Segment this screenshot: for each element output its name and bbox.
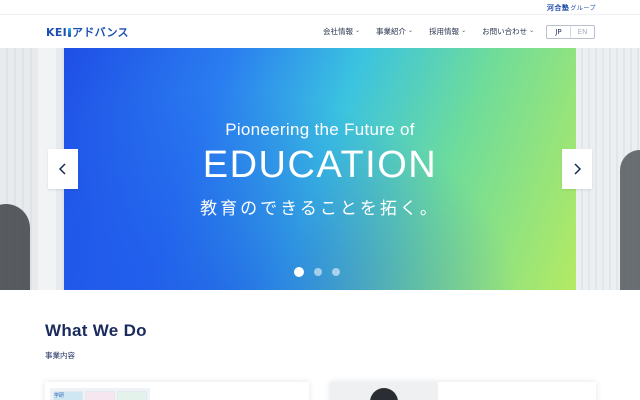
group-logo-text: 河合塾 xyxy=(546,4,570,12)
card-thumbnail xyxy=(330,382,438,400)
nav-label: お問い合わせ xyxy=(482,27,528,36)
nav-label: 会社情報 xyxy=(323,27,353,36)
lang-en-button[interactable]: EN xyxy=(571,26,594,38)
nav-item-recruit[interactable]: 採用情報 ⌄ xyxy=(429,26,466,37)
business-cards: 学研 xyxy=(0,378,640,400)
business-card[interactable]: 学研 xyxy=(45,382,309,400)
business-card[interactable] xyxy=(330,382,596,400)
hero-title: EDUCATION xyxy=(202,144,438,186)
nav-item-company[interactable]: 会社情報 ⌄ xyxy=(323,26,360,37)
thumb-label: 学研 xyxy=(53,391,83,400)
hero-tagline: 教育のできることを拓く。 xyxy=(200,199,440,219)
brand-logo-latin: KEI xyxy=(46,26,68,39)
nav-item-contact[interactable]: お問い合わせ ⌄ xyxy=(482,26,534,37)
site-header: KEI アドバンス 会社情報 ⌄ 事業紹介 ⌄ 採用情報 ⌄ お問い合わせ ⌄ JP EN xyxy=(0,14,640,48)
nav-item-business[interactable]: 事業紹介 ⌄ xyxy=(376,26,413,37)
nav-label: 事業紹介 xyxy=(376,27,407,36)
carousel-dot-2[interactable] xyxy=(314,268,322,276)
group-logo-suffix: グループ xyxy=(570,5,596,12)
brand-logo-kana: アドバンス xyxy=(72,26,129,39)
chevron-down-icon: ⌄ xyxy=(355,27,361,34)
carousel-dot-3[interactable] xyxy=(332,268,340,276)
nav-label: 採用情報 xyxy=(429,27,460,36)
lang-jp-button[interactable]: JP xyxy=(547,26,571,38)
section-subtitle: 事業内容 xyxy=(45,351,75,360)
carousel-dot-1[interactable] xyxy=(294,267,304,277)
carousel-prev-button[interactable] xyxy=(48,149,78,189)
chevron-down-icon: ⌄ xyxy=(408,27,414,34)
section-title: What We Do xyxy=(45,321,147,340)
chevron-right-icon xyxy=(574,163,582,175)
card-thumbnail: 学研 xyxy=(50,388,150,400)
hero-carousel: Pioneering the Future of EDUCATION 教育のでき… xyxy=(0,48,640,290)
main-nav: 会社情報 ⌄ 事業紹介 ⌄ 採用情報 ⌄ お問い合わせ ⌄ xyxy=(323,26,550,37)
group-strip: 河合塾グループ xyxy=(0,0,640,14)
chevron-left-icon xyxy=(58,163,66,175)
carousel-pagination xyxy=(294,267,340,277)
chevron-down-icon: ⌄ xyxy=(461,27,467,34)
carousel-next-button[interactable] xyxy=(562,149,592,189)
kawaijuku-group-logo[interactable]: 河合塾グループ xyxy=(547,3,596,13)
chevron-down-icon: ⌄ xyxy=(529,27,535,34)
hero-subtitle: Pioneering the Future of xyxy=(225,120,415,139)
hero-slide: Pioneering the Future of EDUCATION 教育のでき… xyxy=(64,48,576,290)
brand-logo[interactable]: KEI アドバンス xyxy=(46,24,129,40)
brand-mark-icon xyxy=(68,28,72,37)
language-switcher: JP EN xyxy=(546,25,595,39)
